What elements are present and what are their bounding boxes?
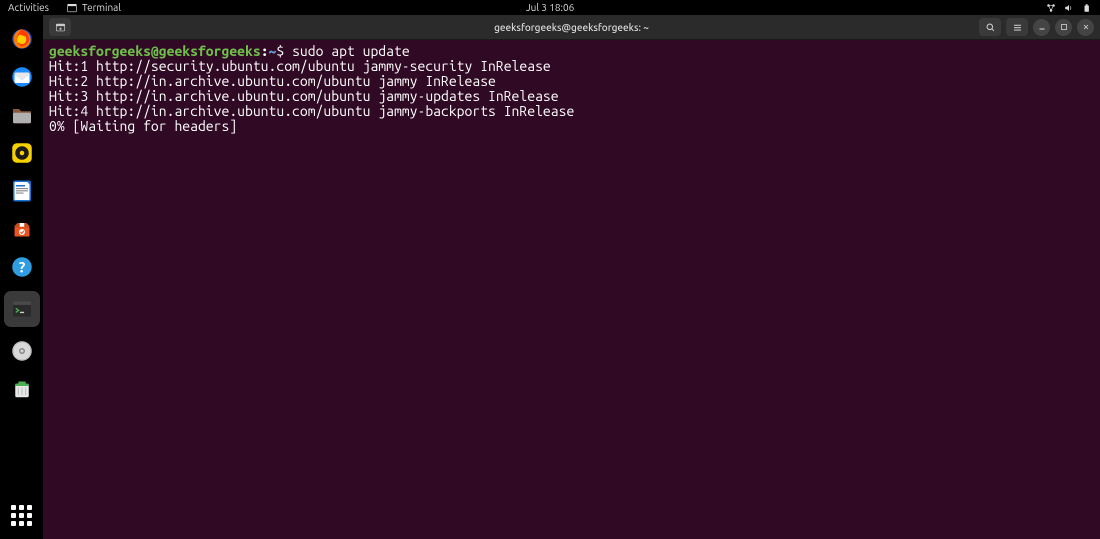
output-line-2: Hit:2 http://in.archive.ubuntu.com/ubunt… [49,73,496,89]
svg-text:?: ? [18,258,25,275]
search-button[interactable] [979,18,1001,36]
dock-help[interactable]: ? [8,253,36,281]
dock-files[interactable] [8,101,36,129]
output-line-1: Hit:1 http://security.ubuntu.com/ubuntu … [49,58,551,74]
terminal-titlebar: geeksforgeeks@geeksforgeeks: ~ [43,15,1100,40]
terminal-content[interactable]: geeksforgeeks@geeksforgeeks:~$ sudo apt … [43,40,1100,539]
close-button[interactable] [1077,19,1094,36]
dock-trash[interactable] [8,375,36,403]
show-applications-button[interactable] [7,501,35,529]
prompt-user-host: geeksforgeeks@geeksforgeeks [49,43,261,59]
dock: ? [0,15,43,539]
menu-button[interactable] [1006,18,1028,36]
dock-libreoffice-writer[interactable] [8,177,36,205]
clock[interactable]: Jul 3 18:06 [526,2,575,13]
app-menu-label: Terminal [82,2,121,13]
dock-ubuntu-software[interactable] [8,215,36,243]
minimize-button[interactable] [1033,19,1050,36]
app-menu-button[interactable]: Terminal [67,2,121,13]
maximize-button[interactable] [1055,19,1072,36]
prompt-dollar: $ [276,43,284,59]
status-line: 0% [Waiting for headers] [49,118,237,134]
power-icon [1082,3,1092,13]
output-line-3: Hit:3 http://in.archive.ubuntu.com/ubunt… [49,88,559,104]
terminal-window: geeksforgeeks@geeksforgeeks: ~ geeksforg… [43,15,1100,539]
dock-firefox[interactable] [8,25,36,53]
dock-disk[interactable] [8,337,36,365]
activities-button[interactable]: Activities [8,2,49,13]
volume-icon [1064,3,1074,13]
window-title: geeksforgeeks@geeksforgeeks: ~ [494,22,649,33]
output-line-4: Hit:4 http://in.archive.ubuntu.com/ubunt… [49,103,574,119]
command-text: sudo apt update [292,43,410,59]
dock-thunderbird[interactable] [8,63,36,91]
network-icon [1046,3,1056,13]
new-tab-button[interactable] [49,18,71,36]
dock-rhythmbox[interactable] [8,139,36,167]
system-tray[interactable] [1046,3,1092,13]
gnome-topbar: Activities Terminal Jul 3 18:06 [0,0,1100,15]
prompt-colon: : [261,43,269,59]
dock-terminal[interactable] [4,291,40,327]
